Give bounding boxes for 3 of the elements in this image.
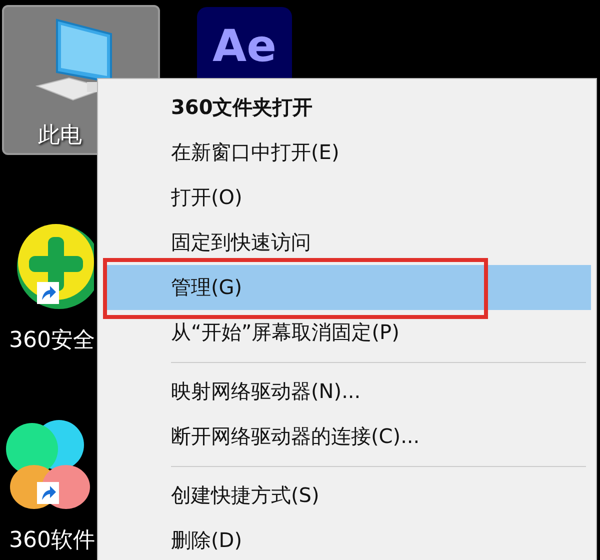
icon-label: 360安全 <box>9 327 95 355</box>
icon-label: 360软件 <box>9 527 95 555</box>
icon-label: 此电 <box>38 122 82 150</box>
